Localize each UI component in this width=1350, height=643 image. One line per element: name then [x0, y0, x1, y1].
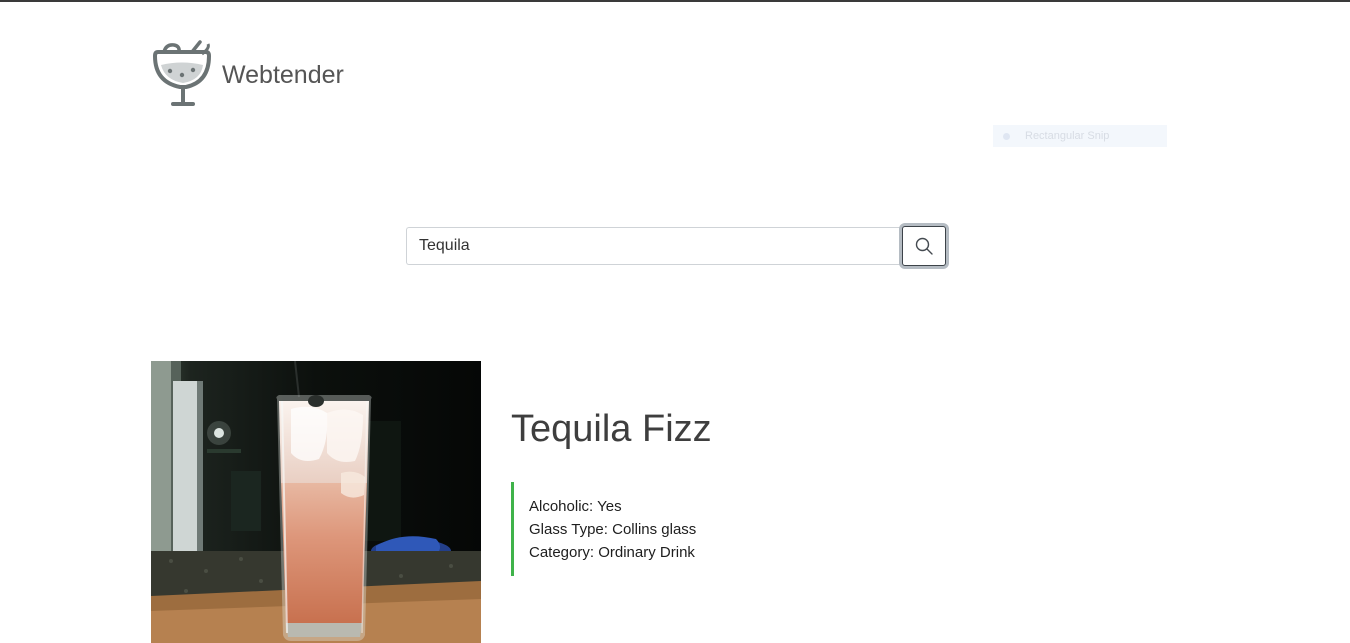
drink-photo: [151, 361, 481, 643]
detail-label: Glass Type:: [529, 521, 608, 538]
cocktail-glass-icon: [152, 40, 212, 106]
detail-alcoholic: Alcoholic: Yes: [529, 495, 831, 518]
detail-value: Ordinary Drink: [598, 544, 695, 561]
search-icon: [915, 237, 933, 255]
detail-value: Yes: [597, 498, 622, 515]
snip-icon: [1003, 132, 1010, 140]
search-button[interactable]: [902, 226, 946, 266]
brand-name: Webtender: [222, 60, 344, 89]
drink-title: Tequila Fizz: [511, 408, 712, 450]
detail-category: Category: Ordinary Drink: [529, 541, 831, 564]
detail-glass-type: Glass Type: Collins glass: [529, 518, 831, 541]
drink-details: Alcoholic: Yes Glass Type: Collins glass…: [511, 482, 831, 576]
brand-link[interactable]: Webtender: [152, 40, 344, 110]
top-border: [0, 0, 1350, 2]
snip-tool-overlay: Rectangular Snip: [993, 125, 1167, 147]
snip-label: Rectangular Snip: [1025, 130, 1110, 142]
detail-value: Collins glass: [612, 521, 697, 538]
detail-label: Category:: [529, 544, 595, 561]
detail-label: Alcoholic:: [529, 498, 594, 515]
search-input[interactable]: [406, 227, 900, 265]
drink-image: [151, 361, 481, 643]
search-form: [406, 226, 946, 266]
